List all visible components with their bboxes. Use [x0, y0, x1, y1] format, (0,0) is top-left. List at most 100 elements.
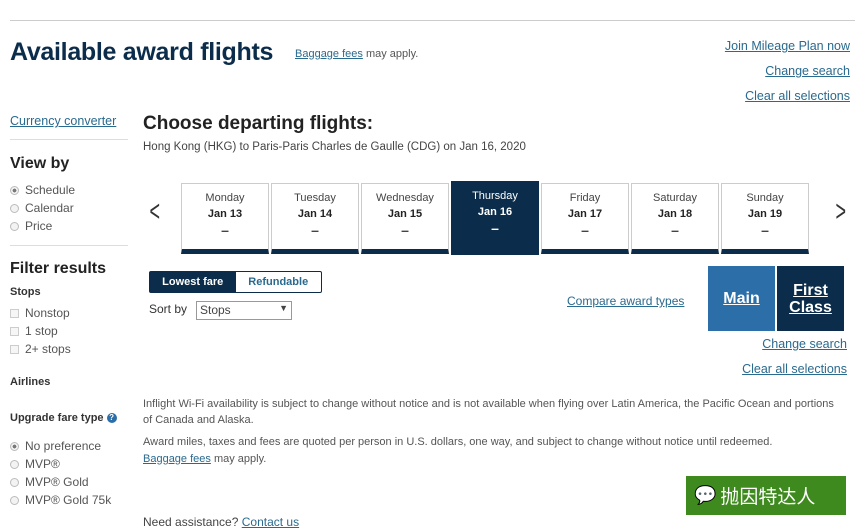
option-label: Price [25, 219, 53, 233]
day-jan-13[interactable]: Monday Jan 13 – [181, 183, 269, 254]
upgrade-mvp-gold[interactable]: MVP® Gold [10, 473, 111, 491]
radio-icon[interactable] [10, 459, 19, 469]
option-label: Nonstop [25, 306, 70, 320]
wechat-icon: 💬 [694, 485, 717, 505]
filter-results-heading: Filter results [10, 260, 107, 277]
day-name: Wednesday [376, 192, 434, 204]
option-label: MVP® Gold 75k [25, 493, 112, 507]
award-note: Award miles, taxes and fees are quoted p… [143, 436, 773, 448]
view-by-heading: View by [10, 155, 70, 172]
day-name: Tuesday [294, 192, 336, 204]
day-date: Jan 18 [657, 208, 693, 220]
checkbox-icon[interactable] [10, 308, 19, 318]
day-price: – [761, 222, 769, 238]
checkbox-icon[interactable] [10, 326, 19, 336]
watermark-logo: 💬 抛因特达人 [686, 476, 846, 515]
radio-icon[interactable] [10, 441, 19, 451]
day-date: Jan 13 [207, 208, 243, 220]
day-date: Jan 15 [387, 208, 423, 220]
stop-1[interactable]: 1 stop [10, 322, 71, 340]
radio-icon[interactable] [10, 203, 19, 213]
option-label: 2+ stops [25, 342, 71, 356]
baggage-suffix: may apply. [210, 453, 267, 465]
cabin-first-class[interactable]: First Class [777, 266, 844, 331]
next-week-arrow-icon[interactable]: > [836, 195, 847, 229]
baggage-fees-link[interactable]: Baggage fees [295, 48, 363, 60]
clear-all-link-2[interactable]: Clear all selections [742, 362, 847, 376]
divider [10, 139, 128, 140]
date-strip: Monday Jan 13 – Tuesday Jan 14 – Wednesday Ja… [181, 181, 809, 255]
day-name: Sunday [746, 192, 784, 204]
day-name: Monday [205, 192, 245, 204]
stop-nonstop[interactable]: Nonstop [10, 304, 71, 322]
view-price[interactable]: Price [10, 217, 75, 235]
top-divider [10, 20, 855, 21]
change-search-link[interactable]: Change search [765, 64, 850, 78]
checkbox-icon[interactable] [10, 344, 19, 354]
day-name: Thursday [472, 190, 518, 202]
day-name: Friday [569, 192, 601, 204]
option-label: Calendar [25, 201, 74, 215]
compare-award-types-link[interactable]: Compare award types [567, 294, 684, 308]
day-price: – [581, 222, 589, 238]
day-jan-18[interactable]: Saturday Jan 18 – [631, 183, 719, 254]
day-price: – [401, 222, 409, 238]
day-jan-14[interactable]: Tuesday Jan 14 – [271, 183, 359, 254]
day-price: – [491, 220, 499, 236]
watermark-text: 抛因特达人 [720, 487, 816, 508]
dropdown-arrow-icon: ▼ [279, 303, 288, 313]
page-title: Available award flights [10, 38, 274, 66]
prev-week-arrow-icon[interactable]: < [150, 195, 161, 229]
sort-label: Sort by [149, 302, 188, 316]
refundable-tab[interactable]: Refundable [236, 272, 322, 292]
assist-text: Need assistance? [143, 515, 242, 529]
baggage-suffix: may apply. [362, 48, 419, 60]
view-calendar[interactable]: Calendar [10, 199, 75, 217]
option-label: 1 stop [25, 324, 58, 338]
day-price: – [311, 222, 319, 238]
day-date: Jan 17 [567, 208, 603, 220]
change-search-link-2[interactable]: Change search [762, 337, 847, 351]
day-date: Jan 19 [747, 208, 783, 220]
day-price: – [671, 222, 679, 238]
day-jan-15[interactable]: Wednesday Jan 15 – [361, 183, 449, 254]
upgrade-mvp[interactable]: MVP® [10, 455, 111, 473]
option-label: MVP® [25, 457, 60, 471]
baggage-fees-link-2[interactable]: Baggage fees [143, 453, 211, 465]
stop-2plus[interactable]: 2+ stops [10, 340, 71, 358]
radio-icon[interactable] [10, 477, 19, 487]
fare-toggle: Lowest fare Refundable [149, 271, 322, 293]
currency-converter-link[interactable]: Currency converter [10, 114, 116, 128]
wifi-note: Inflight Wi-Fi availability is subject t… [143, 398, 834, 426]
route-text: Hong Kong (HKG) to Paris-Paris Charles d… [143, 141, 526, 153]
join-mileage-plan-link[interactable]: Join Mileage Plan now [725, 39, 850, 53]
airlines-label: Airlines [10, 376, 51, 388]
day-price: – [221, 222, 229, 238]
section-title: Choose departing flights: [143, 113, 374, 134]
radio-icon[interactable] [10, 495, 19, 505]
upgrade-no-preference[interactable]: No preference [10, 437, 111, 455]
contact-us-link[interactable]: Contact us [242, 515, 299, 529]
clear-all-link[interactable]: Clear all selections [745, 89, 850, 103]
radio-icon[interactable] [10, 185, 19, 195]
help-icon[interactable]: ? [106, 413, 117, 423]
radio-icon[interactable] [10, 221, 19, 231]
cabin-main[interactable]: Main [708, 266, 775, 331]
day-jan-17[interactable]: Friday Jan 17 – [541, 183, 629, 254]
stops-label: Stops [10, 286, 41, 298]
day-name: Saturday [652, 192, 698, 204]
option-label: MVP® Gold [25, 475, 89, 489]
upgrade-fare-label: Upgrade fare type [10, 412, 104, 424]
day-jan-16-selected[interactable]: Thursday Jan 16 – [451, 181, 539, 255]
day-date: Jan 14 [297, 208, 333, 220]
lowest-fare-tab[interactable]: Lowest fare [150, 272, 236, 292]
option-label: No preference [25, 439, 102, 453]
day-jan-19[interactable]: Sunday Jan 19 – [721, 183, 809, 254]
day-date: Jan 16 [477, 206, 513, 218]
option-label: Schedule [25, 183, 76, 197]
upgrade-mvp-gold-75k[interactable]: MVP® Gold 75k [10, 491, 111, 509]
sort-select[interactable]: Stops ▼ [196, 301, 292, 320]
sort-value: Stops [200, 303, 231, 317]
view-schedule[interactable]: Schedule [10, 181, 75, 199]
divider [10, 245, 128, 246]
